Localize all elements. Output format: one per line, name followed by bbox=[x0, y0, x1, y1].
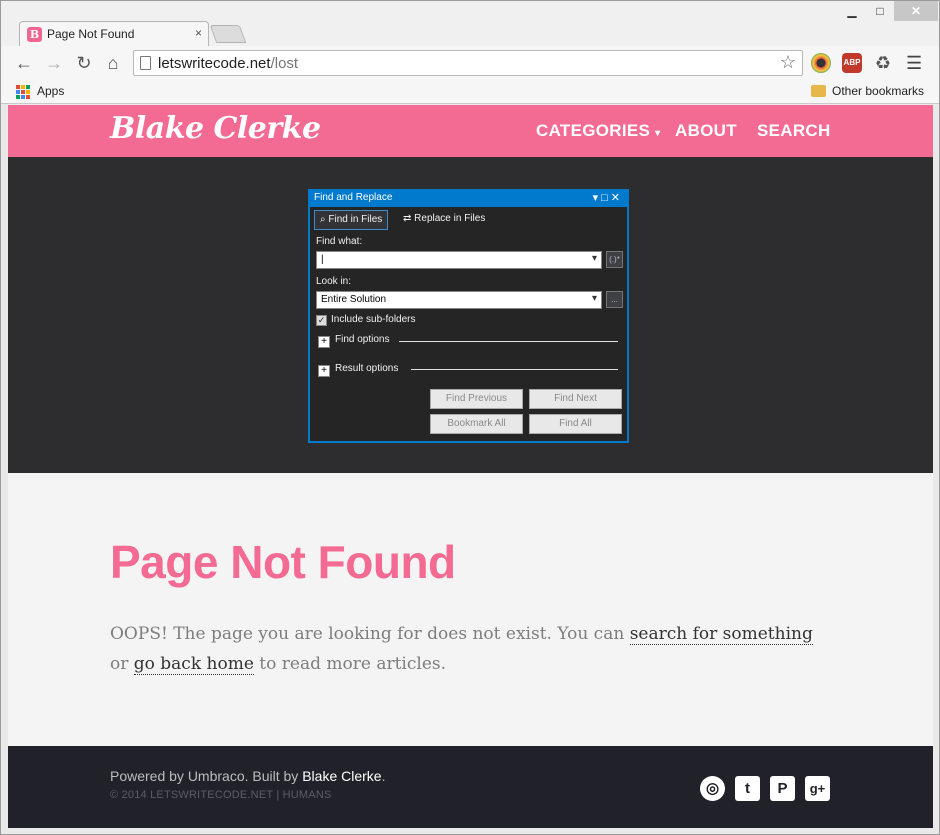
author-link[interactable]: Blake Clerke bbox=[302, 768, 381, 784]
site-footer: Powered by Umbraco. Built by Blake Clerk… bbox=[8, 746, 933, 828]
page-viewport: Blake Clerke CATEGORIES ▾ ABOUT SEARCH F… bbox=[8, 105, 933, 828]
close-tab-icon[interactable]: × bbox=[195, 26, 202, 40]
folder-icon bbox=[811, 85, 826, 97]
minimize-button[interactable]: ▁ bbox=[839, 1, 865, 21]
dialog-controls-icon: ▾□✕ bbox=[592, 192, 623, 204]
footer-copyright[interactable]: © 2014 LETSWRITECODE.NET | HUMANS bbox=[110, 789, 332, 801]
site-header: Blake Clerke CATEGORIES ▾ ABOUT SEARCH bbox=[8, 105, 933, 157]
maximize-button[interactable]: □ bbox=[867, 1, 893, 21]
page-title: Page Not Found bbox=[110, 536, 456, 588]
nav-search[interactable]: SEARCH bbox=[757, 121, 831, 141]
reload-icon[interactable]: ↻ bbox=[73, 52, 95, 74]
find-what-label: Find what: bbox=[316, 236, 363, 247]
dialog-tab-replace-in-files: ⇄ Replace in Files bbox=[403, 213, 486, 224]
dialog-titlebar: Find and Replace ▾□✕ bbox=[310, 191, 627, 207]
browser-window: B Page Not Found × ▁ □ ✕ ← → ↻ ⌂ letswri… bbox=[0, 0, 940, 835]
bookmark-all-button: Bookmark All bbox=[430, 414, 523, 434]
browser-toolbar: ← → ↻ ⌂ letswritecode.net/lost ☆ ABP ♻ ☰ bbox=[1, 46, 939, 80]
divider bbox=[411, 369, 618, 370]
close-window-button[interactable]: ✕ bbox=[894, 1, 938, 21]
pinterest-icon[interactable]: P bbox=[770, 776, 795, 801]
regex-button: (.)* bbox=[606, 251, 623, 268]
color-picker-extension-icon[interactable] bbox=[811, 53, 831, 73]
checkbox-checked-icon: ✓ bbox=[316, 315, 327, 326]
find-previous-button: Find Previous bbox=[430, 389, 523, 409]
find-next-button: Find Next bbox=[529, 389, 622, 409]
recycle-extension-icon[interactable]: ♻ bbox=[873, 53, 893, 73]
twitter-icon[interactable]: t bbox=[735, 776, 760, 801]
bookmark-star-icon[interactable]: ☆ bbox=[780, 52, 796, 73]
footer-credits: Powered by Umbraco. Built by Blake Clerk… bbox=[110, 768, 386, 784]
caret-down-icon: ▾ bbox=[655, 128, 661, 139]
find-all-button: Find All bbox=[529, 414, 622, 434]
bookmarks-bar: Apps Other bookmarks bbox=[1, 80, 939, 104]
search-link[interactable]: search for something bbox=[629, 624, 813, 645]
include-subfolders-label: Include sub-folders bbox=[331, 314, 416, 325]
adblock-plus-icon[interactable]: ABP bbox=[842, 53, 862, 73]
back-arrow-icon[interactable]: ← bbox=[13, 52, 35, 74]
nav-categories[interactable]: CATEGORIES ▾ bbox=[536, 121, 661, 141]
dialog-title: Find and Replace bbox=[314, 192, 393, 203]
hero-banner: Find and Replace ▾□✕ ⌕ Find in Files ⇄ R… bbox=[8, 157, 933, 473]
google-plus-icon[interactable]: g+ bbox=[805, 776, 830, 801]
address-bar[interactable]: letswritecode.net/lost ☆ bbox=[133, 50, 803, 76]
title-bar: B Page Not Found × ▁ □ ✕ bbox=[1, 1, 939, 46]
find-what-field: | ▾ bbox=[316, 251, 602, 269]
other-bookmarks[interactable]: Other bookmarks bbox=[832, 84, 924, 98]
page-icon bbox=[140, 56, 151, 70]
menu-icon[interactable]: ☰ bbox=[906, 53, 922, 74]
dialog-tab-find-in-files: ⌕ Find in Files bbox=[314, 210, 389, 230]
apps-grid-icon[interactable] bbox=[16, 85, 30, 99]
dribbble-icon[interactable]: ◎ bbox=[700, 776, 725, 801]
result-options-label: Result options bbox=[335, 363, 399, 374]
browser-tab[interactable]: B Page Not Found × bbox=[19, 21, 209, 46]
main-content: Page Not Found OOPS! The page you are lo… bbox=[8, 473, 933, 746]
expand-plus-icon: + bbox=[318, 336, 330, 348]
look-in-label: Look in: bbox=[316, 276, 352, 287]
divider bbox=[399, 341, 618, 342]
tab-title: Page Not Found bbox=[47, 27, 135, 41]
find-options-label: Find options bbox=[335, 334, 390, 345]
look-in-field: Entire Solution ▾ bbox=[316, 291, 602, 309]
forward-arrow-icon[interactable]: → bbox=[43, 52, 65, 74]
error-message: OOPS! The page you are looking for does … bbox=[110, 624, 813, 675]
favicon-icon: B bbox=[27, 27, 42, 42]
home-link[interactable]: go back home bbox=[133, 654, 254, 675]
new-tab-button[interactable] bbox=[209, 25, 247, 43]
home-icon[interactable]: ⌂ bbox=[102, 52, 124, 74]
url-text[interactable]: letswritecode.net/lost bbox=[158, 55, 298, 72]
nav-about[interactable]: ABOUT bbox=[675, 121, 737, 141]
find-replace-screenshot: Find and Replace ▾□✕ ⌕ Find in Files ⇄ R… bbox=[308, 189, 629, 443]
expand-plus-icon: + bbox=[318, 365, 330, 377]
apps-bookmark[interactable]: Apps bbox=[37, 84, 64, 98]
site-logo[interactable]: Blake Clerke bbox=[110, 111, 321, 146]
browse-button: ... bbox=[606, 291, 623, 308]
